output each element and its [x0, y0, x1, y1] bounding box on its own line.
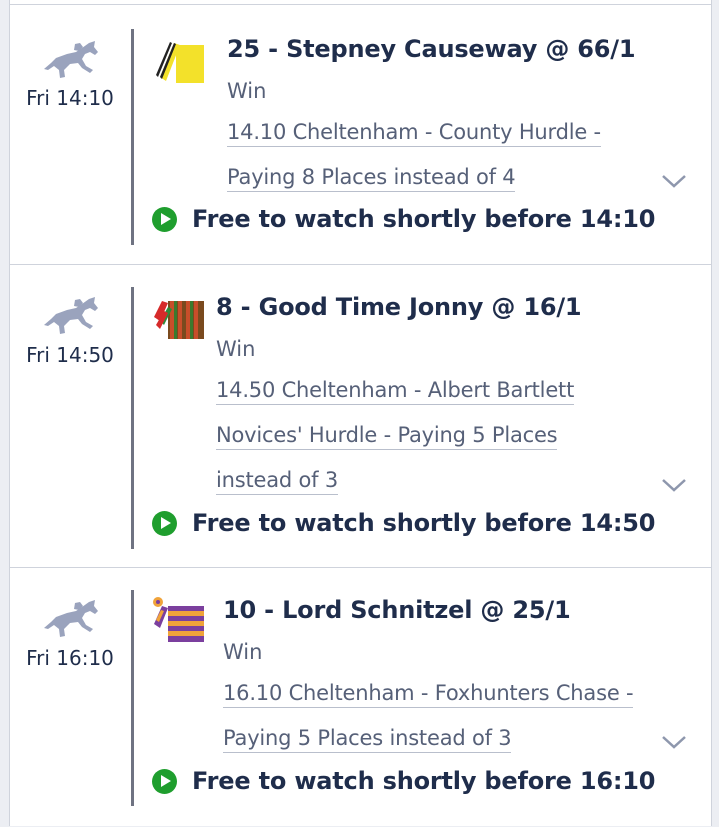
- play-circle-icon: [152, 206, 177, 232]
- race-time: Fri 16:10: [26, 646, 114, 670]
- horse-racing-icon: [44, 41, 98, 78]
- race-description-line[interactable]: instead of 3: [216, 468, 338, 495]
- bets-list: Fri 14:10 25 - Stepney Causeway @ 66/1 W…: [9, 0, 712, 826]
- chevron-down-icon[interactable]: [661, 734, 687, 750]
- race-description-line[interactable]: Paying 5 Places instead of 3: [223, 726, 512, 753]
- race-time: Fri 14:10: [26, 86, 114, 110]
- market-label: Win: [227, 79, 267, 103]
- watch-text: Free to watch shortly before 16:10: [192, 767, 656, 795]
- play-circle-icon: [152, 768, 177, 794]
- race-description-line[interactable]: Novices' Hurdle - Paying 5 Places: [216, 423, 558, 450]
- silk-red-green-stripes: [154, 301, 204, 339]
- divider-line: [131, 590, 134, 806]
- market-label: Win: [223, 640, 263, 664]
- race-description-line[interactable]: 14.50 Cheltenham - Albert Bartlett: [216, 378, 574, 405]
- watch-link[interactable]: Free to watch shortly before 14:50: [152, 509, 655, 537]
- race-description-line[interactable]: 16.10 Cheltenham - Foxhunters Chase -: [223, 681, 634, 708]
- race-time: Fri 14:50: [26, 343, 114, 367]
- bet-card[interactable]: Fri 16:10 10 - Lord Schnitzel @ 25/1 Win…: [10, 567, 711, 827]
- race-description-line[interactable]: 14.10 Cheltenham - County Hurdle -: [227, 120, 601, 147]
- silk-purple-orange-hoops: [153, 597, 204, 642]
- selection-title: 25 - Stepney Causeway @ 66/1: [227, 35, 636, 63]
- race-description-line[interactable]: Paying 8 Places instead of 4: [227, 165, 516, 192]
- watch-link[interactable]: Free to watch shortly before 14:10: [152, 205, 655, 233]
- bet-card[interactable]: Fri 14:10 25 - Stepney Causeway @ 66/1 W…: [10, 4, 711, 265]
- market-label: Win: [216, 337, 256, 361]
- watch-text: Free to watch shortly before 14:10: [192, 205, 656, 233]
- selection-title: 8 - Good Time Jonny @ 16/1: [216, 293, 582, 321]
- horse-racing-icon: [44, 297, 98, 334]
- horse-racing-icon: [44, 600, 98, 637]
- chevron-down-icon[interactable]: [661, 173, 687, 189]
- chevron-down-icon[interactable]: [661, 477, 687, 493]
- bet-card[interactable]: Fri 14:50 8 - Good Time Jonny @ 16/1 Win…: [10, 264, 711, 568]
- silk-yellow-black-sash: [156, 42, 204, 83]
- watch-text: Free to watch shortly before 14:50: [192, 509, 656, 537]
- watch-link[interactable]: Free to watch shortly before 16:10: [152, 767, 655, 795]
- selection-title: 10 - Lord Schnitzel @ 25/1: [223, 596, 571, 624]
- divider-line: [131, 287, 134, 549]
- divider-line: [131, 29, 134, 245]
- play-circle-icon: [152, 510, 177, 536]
